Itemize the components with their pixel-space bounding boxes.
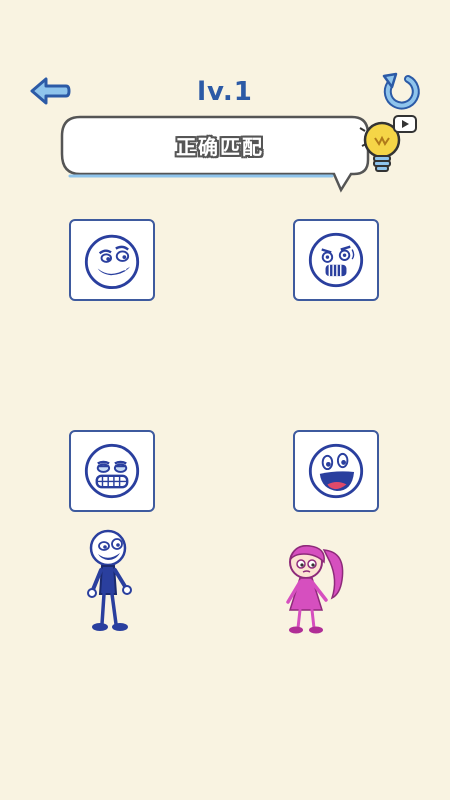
video-play-icon: [393, 115, 417, 133]
face-card-laughing[interactable]: [293, 430, 379, 512]
face-card-grimace[interactable]: [69, 430, 155, 512]
restart-button[interactable]: [378, 70, 422, 114]
prompt-text: 正确匹配: [176, 135, 264, 159]
laughing-face-icon: [308, 443, 364, 499]
face-card-smirk[interactable]: [69, 219, 155, 301]
back-arrow-icon: [30, 77, 71, 105]
blue-boy-character[interactable]: [78, 528, 148, 638]
back-button[interactable]: [28, 74, 72, 108]
face-card-scared[interactable]: [293, 219, 379, 301]
hint-button[interactable]: [356, 110, 422, 188]
lightbulb-icon: [359, 121, 401, 172]
restart-icon: [382, 72, 420, 110]
grimace-face-icon: [84, 443, 140, 499]
scared-face-icon: [308, 232, 364, 288]
smirk-face-icon: [84, 234, 140, 290]
level-label: lv.1: [197, 77, 253, 107]
pink-girl-character[interactable]: [276, 540, 352, 638]
